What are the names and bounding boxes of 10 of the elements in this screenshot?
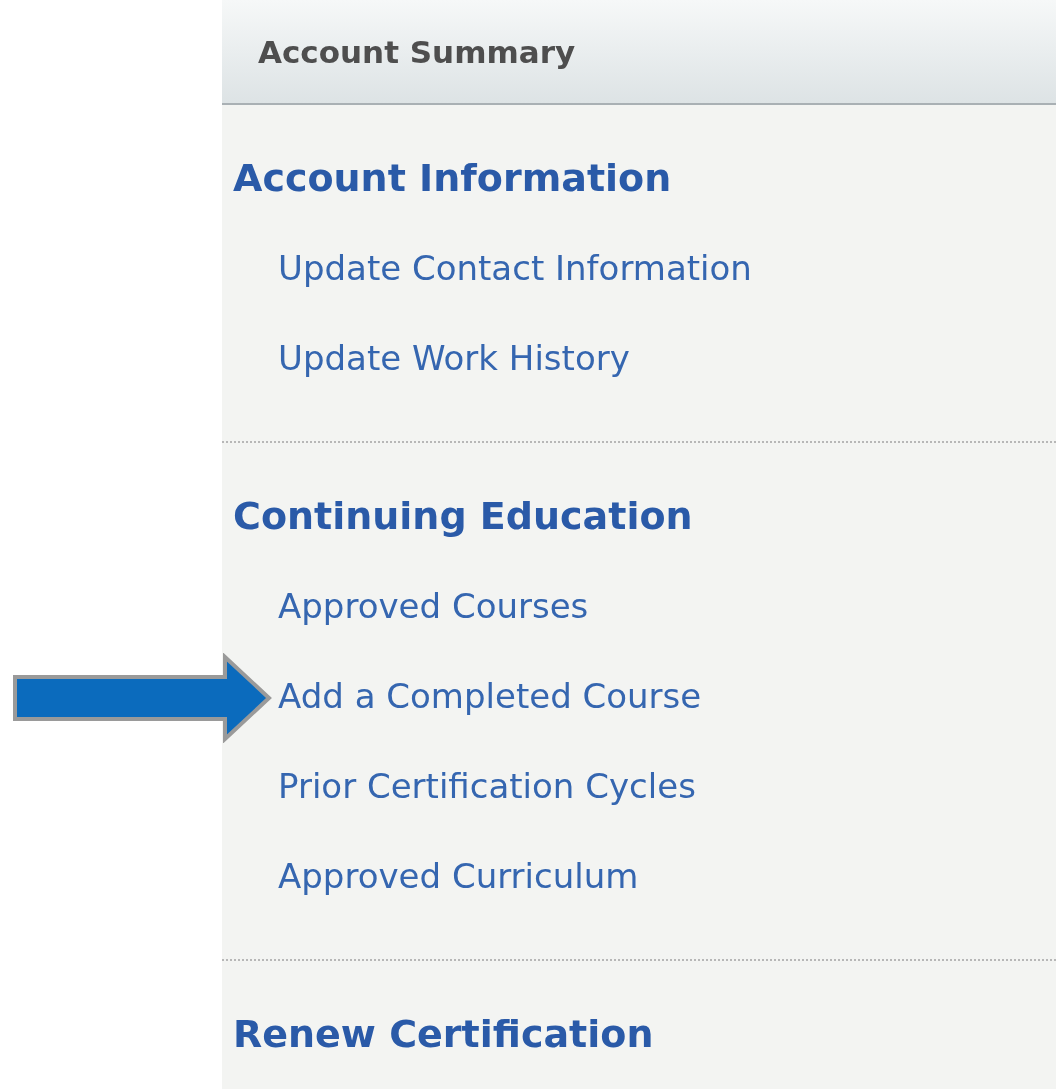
menu-link[interactable]: Prior Certification Cycles [278, 765, 696, 807]
menu-link[interactable]: Approved Courses [278, 585, 589, 627]
panel-title: Account Summary [258, 33, 576, 70]
section-link[interactable]: Account Information [233, 133, 672, 223]
section-link[interactable]: Continuing Education [233, 471, 693, 561]
menu-link[interactable]: Update Contact Information [278, 247, 752, 289]
menu-link[interactable]: Approved Curriculum [278, 855, 639, 897]
menu-link[interactable]: Update Work History [278, 337, 630, 379]
section-link[interactable]: Renew Certification [233, 989, 654, 1079]
menu-link[interactable]: Add a Completed Course [278, 675, 702, 717]
